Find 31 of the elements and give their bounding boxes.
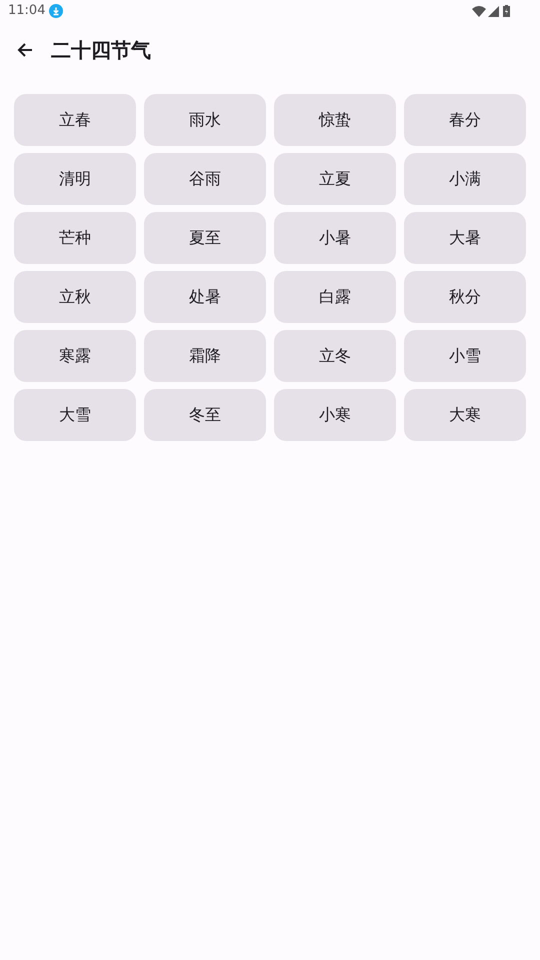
solar-term-button[interactable]: 寒露: [14, 330, 136, 382]
solar-term-button[interactable]: 大暑: [404, 212, 526, 264]
download-icon: [49, 4, 64, 18]
solar-term-button[interactable]: 白露: [274, 271, 396, 323]
solar-term-button[interactable]: 大雪: [14, 389, 136, 441]
solar-term-button[interactable]: 立春: [14, 94, 136, 146]
solar-term-button[interactable]: 立夏: [274, 153, 396, 205]
solar-term-button[interactable]: 小雪: [404, 330, 526, 382]
solar-term-button[interactable]: 谷雨: [144, 153, 266, 205]
wifi-icon: [472, 6, 486, 16]
solar-term-button[interactable]: 雨水: [144, 94, 266, 146]
solar-term-button[interactable]: 霜降: [144, 330, 266, 382]
battery-icon: [503, 5, 510, 17]
solar-term-button[interactable]: 小寒: [274, 389, 396, 441]
solar-term-button[interactable]: 清明: [14, 153, 136, 205]
status-time: 11:04: [8, 2, 46, 20]
solar-term-button[interactable]: 立秋: [14, 271, 136, 323]
solar-term-button[interactable]: 夏至: [144, 212, 266, 264]
solar-term-button[interactable]: 小满: [404, 153, 526, 205]
solar-term-button[interactable]: 秋分: [404, 271, 526, 323]
solar-term-button[interactable]: 冬至: [144, 389, 266, 441]
solar-term-button[interactable]: 处暑: [144, 271, 266, 323]
signal-icon: [488, 6, 499, 16]
solar-term-button[interactable]: 小暑: [274, 212, 396, 264]
solar-term-button[interactable]: 惊蛰: [274, 94, 396, 146]
back-arrow-icon: [16, 41, 34, 59]
solar-term-button[interactable]: 立冬: [274, 330, 396, 382]
solar-term-button[interactable]: 芒种: [14, 212, 136, 264]
solar-term-button[interactable]: 大寒: [404, 389, 526, 441]
solar-term-button[interactable]: 春分: [404, 94, 526, 146]
page-title: 二十四节气: [51, 37, 151, 64]
